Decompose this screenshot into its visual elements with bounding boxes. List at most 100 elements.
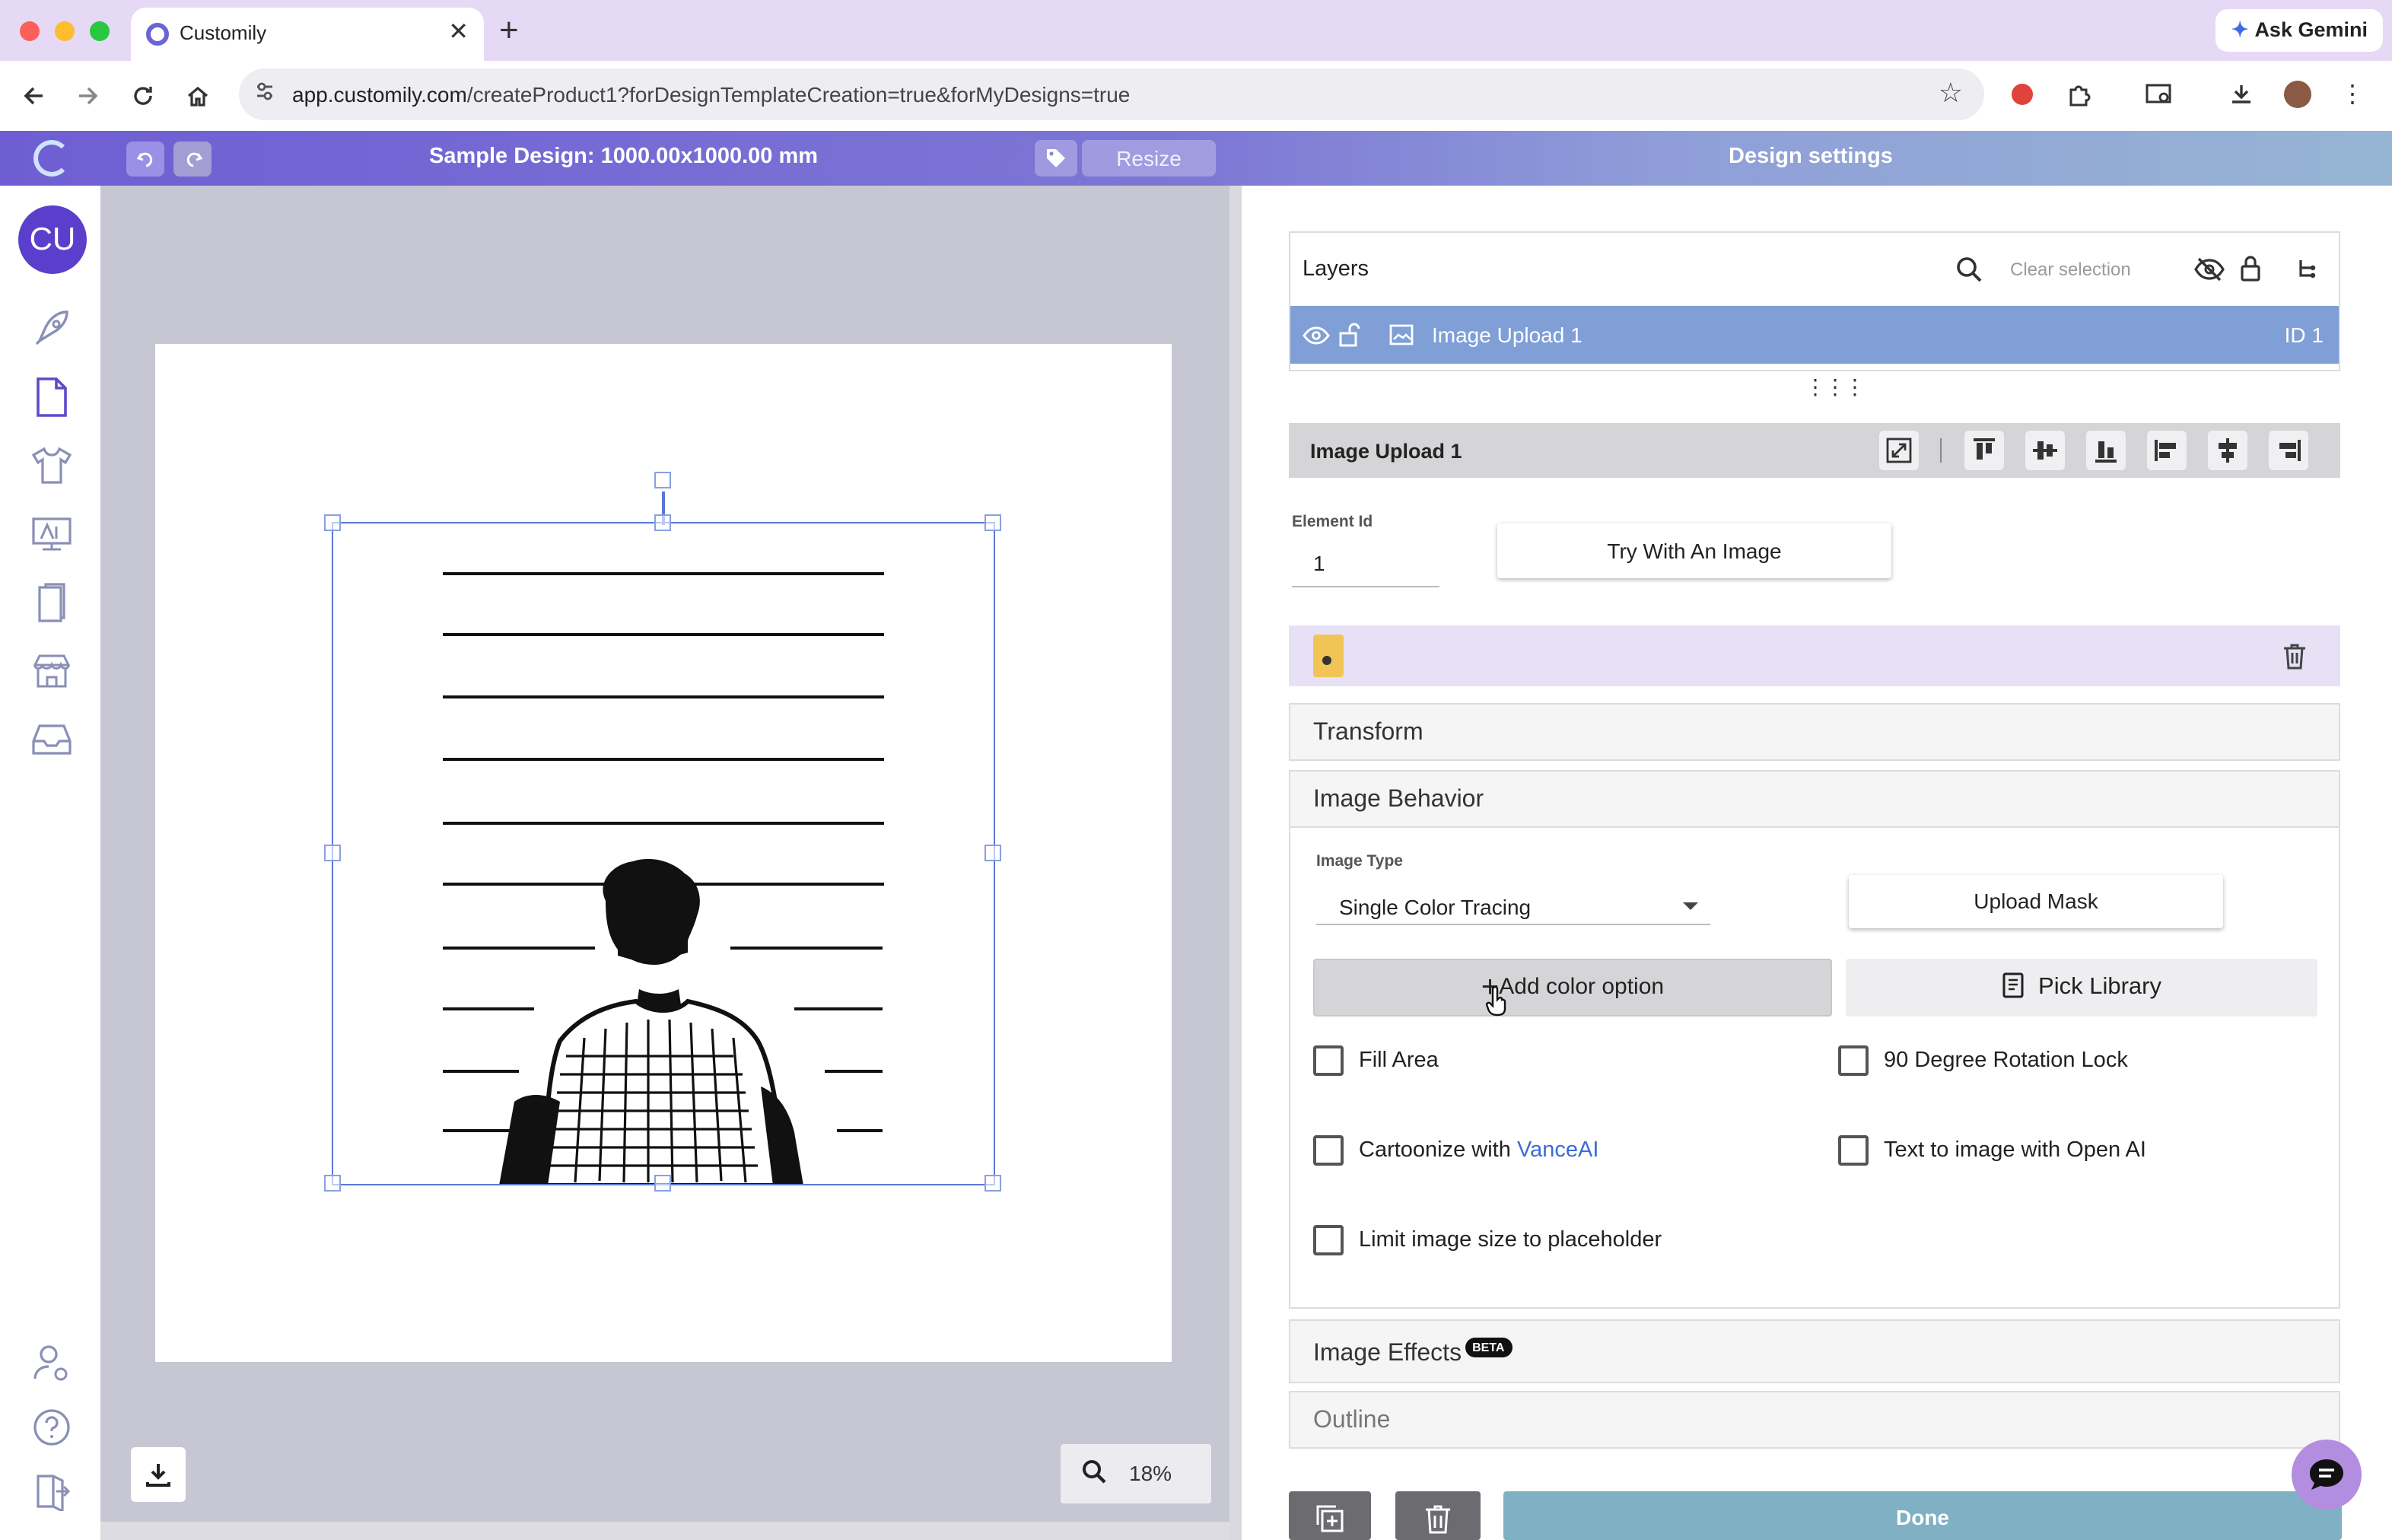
chat-support-button[interactable] (2292, 1440, 2362, 1510)
rotation-lock-checkbox[interactable] (1838, 1045, 1869, 1076)
resize-button[interactable]: Resize (1082, 140, 1216, 177)
tshirt-icon[interactable] (27, 441, 76, 490)
align-left-button[interactable] (2147, 431, 2187, 470)
download-design-button[interactable] (131, 1447, 186, 1502)
image-effects-label: Image Effects (1313, 1341, 1462, 1367)
artboard[interactable] (155, 344, 1172, 1362)
reload-icon[interactable] (123, 76, 163, 116)
back-icon[interactable] (14, 76, 53, 116)
tab-search-icon[interactable] (2142, 78, 2176, 111)
layer-tree-icon[interactable] (2296, 257, 2317, 282)
resize-handle-top[interactable] (654, 514, 671, 531)
book-icon[interactable] (27, 578, 76, 627)
delete-image-trash-icon[interactable] (2282, 642, 2307, 670)
document-icon[interactable] (27, 373, 76, 422)
try-with-image-button[interactable]: Try With An Image (1497, 523, 1891, 578)
resize-handle-bottom-right[interactable] (984, 1175, 1001, 1192)
pick-library-button[interactable]: Pick Library (1846, 959, 2317, 1017)
resize-handle-right[interactable] (984, 845, 1001, 861)
download-icon[interactable] (2225, 78, 2258, 111)
align-center-button[interactable] (2208, 431, 2247, 470)
duplicate-element-button[interactable] (1289, 1491, 1371, 1540)
image-behavior-section[interactable]: Image Behavior (1289, 770, 2340, 828)
add-color-option-button[interactable]: +Add color option (1313, 959, 1832, 1017)
redo-button[interactable] (173, 142, 212, 177)
profile-avatar[interactable] (2281, 78, 2314, 111)
uploaded-image-row (1289, 625, 2340, 686)
align-left-icon (2155, 440, 2176, 461)
rotate-handle[interactable] (654, 472, 671, 488)
align-top-icon (1974, 438, 1995, 460)
close-window-button[interactable] (20, 21, 40, 41)
store-icon[interactable] (27, 647, 76, 695)
align-right-button[interactable] (2269, 431, 2308, 470)
layer-unlock-icon[interactable] (1339, 323, 1360, 347)
layers-search-icon[interactable] (1955, 256, 1983, 283)
outline-section[interactable]: Outline (1289, 1391, 2340, 1449)
extension-red-icon[interactable] (2006, 78, 2039, 111)
align-middle-button[interactable] (2025, 431, 2065, 470)
app-header: Sample Design: 1000.00x1000.00 mm Resize… (0, 131, 2392, 186)
design-gallery-icon[interactable] (27, 510, 76, 558)
forward-icon[interactable] (68, 76, 108, 116)
maximize-window-button[interactable] (90, 21, 110, 41)
url-path: /createProduct1?forDesignTemplateCreatio… (466, 82, 1131, 107)
panel-resize-grip-icon[interactable]: ⋮⋮⋮ (1805, 374, 1866, 400)
transform-section[interactable]: Transform (1289, 703, 2340, 761)
hide-all-eye-icon[interactable] (2194, 257, 2225, 282)
image-type-select[interactable]: Single Color Tracing (1316, 883, 1710, 925)
fill-area-checkbox[interactable] (1313, 1045, 1344, 1076)
resize-handle-left[interactable] (324, 845, 341, 861)
inbox-icon[interactable] (27, 715, 76, 764)
minimize-window-button[interactable] (55, 21, 75, 41)
zoom-value: 18% (1129, 1461, 1172, 1485)
cartoonize-checkbox[interactable] (1313, 1135, 1344, 1166)
user-avatar[interactable]: CU (18, 205, 87, 274)
new-tab-button[interactable]: + (499, 11, 519, 50)
address-bar[interactable]: app.customily.com/createProduct1?forDesi… (239, 68, 1984, 120)
resize-handle-top-left[interactable] (324, 514, 341, 531)
site-settings-icon[interactable] (254, 81, 275, 107)
image-thumbnail[interactable] (1313, 635, 1344, 677)
upload-mask-button[interactable]: Upload Mask (1849, 875, 2223, 928)
extensions-puzzle-icon[interactable] (2062, 78, 2095, 111)
align-bottom-button[interactable] (2086, 431, 2126, 470)
delete-element-button[interactable] (1395, 1491, 1481, 1540)
tab-close-icon[interactable]: ✕ (448, 17, 469, 47)
left-sidebar: CU (0, 186, 100, 1540)
panel-splitter[interactable] (1229, 186, 1242, 1540)
ask-gemini-button[interactable]: ✦ Ask Gemini (2215, 9, 2383, 52)
zoom-control[interactable]: 18% (1061, 1444, 1211, 1503)
lock-all-icon[interactable] (2240, 254, 2261, 282)
home-icon[interactable] (178, 76, 218, 116)
logout-icon[interactable] (27, 1467, 76, 1516)
fit-to-canvas-button[interactable] (1879, 431, 1919, 470)
element-id-input[interactable]: 1 (1292, 545, 1439, 587)
undo-button[interactable] (126, 142, 164, 177)
help-icon[interactable] (27, 1403, 76, 1452)
align-top-button[interactable] (1964, 431, 2004, 470)
clear-selection-button[interactable]: Clear selection (2010, 259, 2131, 280)
browser-menu-icon[interactable]: ⋮ (2336, 78, 2369, 111)
text-to-image-checkbox[interactable] (1838, 1135, 1869, 1166)
selection-box[interactable] (332, 522, 995, 1185)
resize-handle-bottom-left[interactable] (324, 1175, 341, 1192)
vanceai-link[interactable]: VanceAI (1517, 1138, 1599, 1163)
layer-visibility-eye-icon[interactable] (1303, 326, 1330, 345)
browser-tab[interactable]: Customily ✕ (131, 8, 484, 61)
resize-handle-top-right[interactable] (984, 514, 1001, 531)
limit-size-checkbox[interactable] (1313, 1225, 1344, 1255)
duplicate-icon (1316, 1505, 1344, 1532)
resize-handle-bottom[interactable] (654, 1175, 671, 1192)
layer-row[interactable]: Image Upload 1 ID 1 (1290, 306, 2339, 364)
canvas-scrollbar[interactable] (100, 1522, 1229, 1540)
library-book-icon (2002, 972, 2023, 998)
download-icon (146, 1464, 170, 1487)
user-settings-icon[interactable] (27, 1339, 76, 1388)
customily-logo-icon[interactable] (33, 140, 70, 177)
image-effects-section[interactable]: Image Effects BETA (1289, 1319, 2340, 1383)
tag-button[interactable] (1035, 140, 1077, 177)
bookmark-star-icon[interactable]: ☆ (1939, 78, 1963, 110)
done-button[interactable]: Done (1503, 1491, 2342, 1540)
rocket-icon[interactable] (27, 304, 76, 353)
